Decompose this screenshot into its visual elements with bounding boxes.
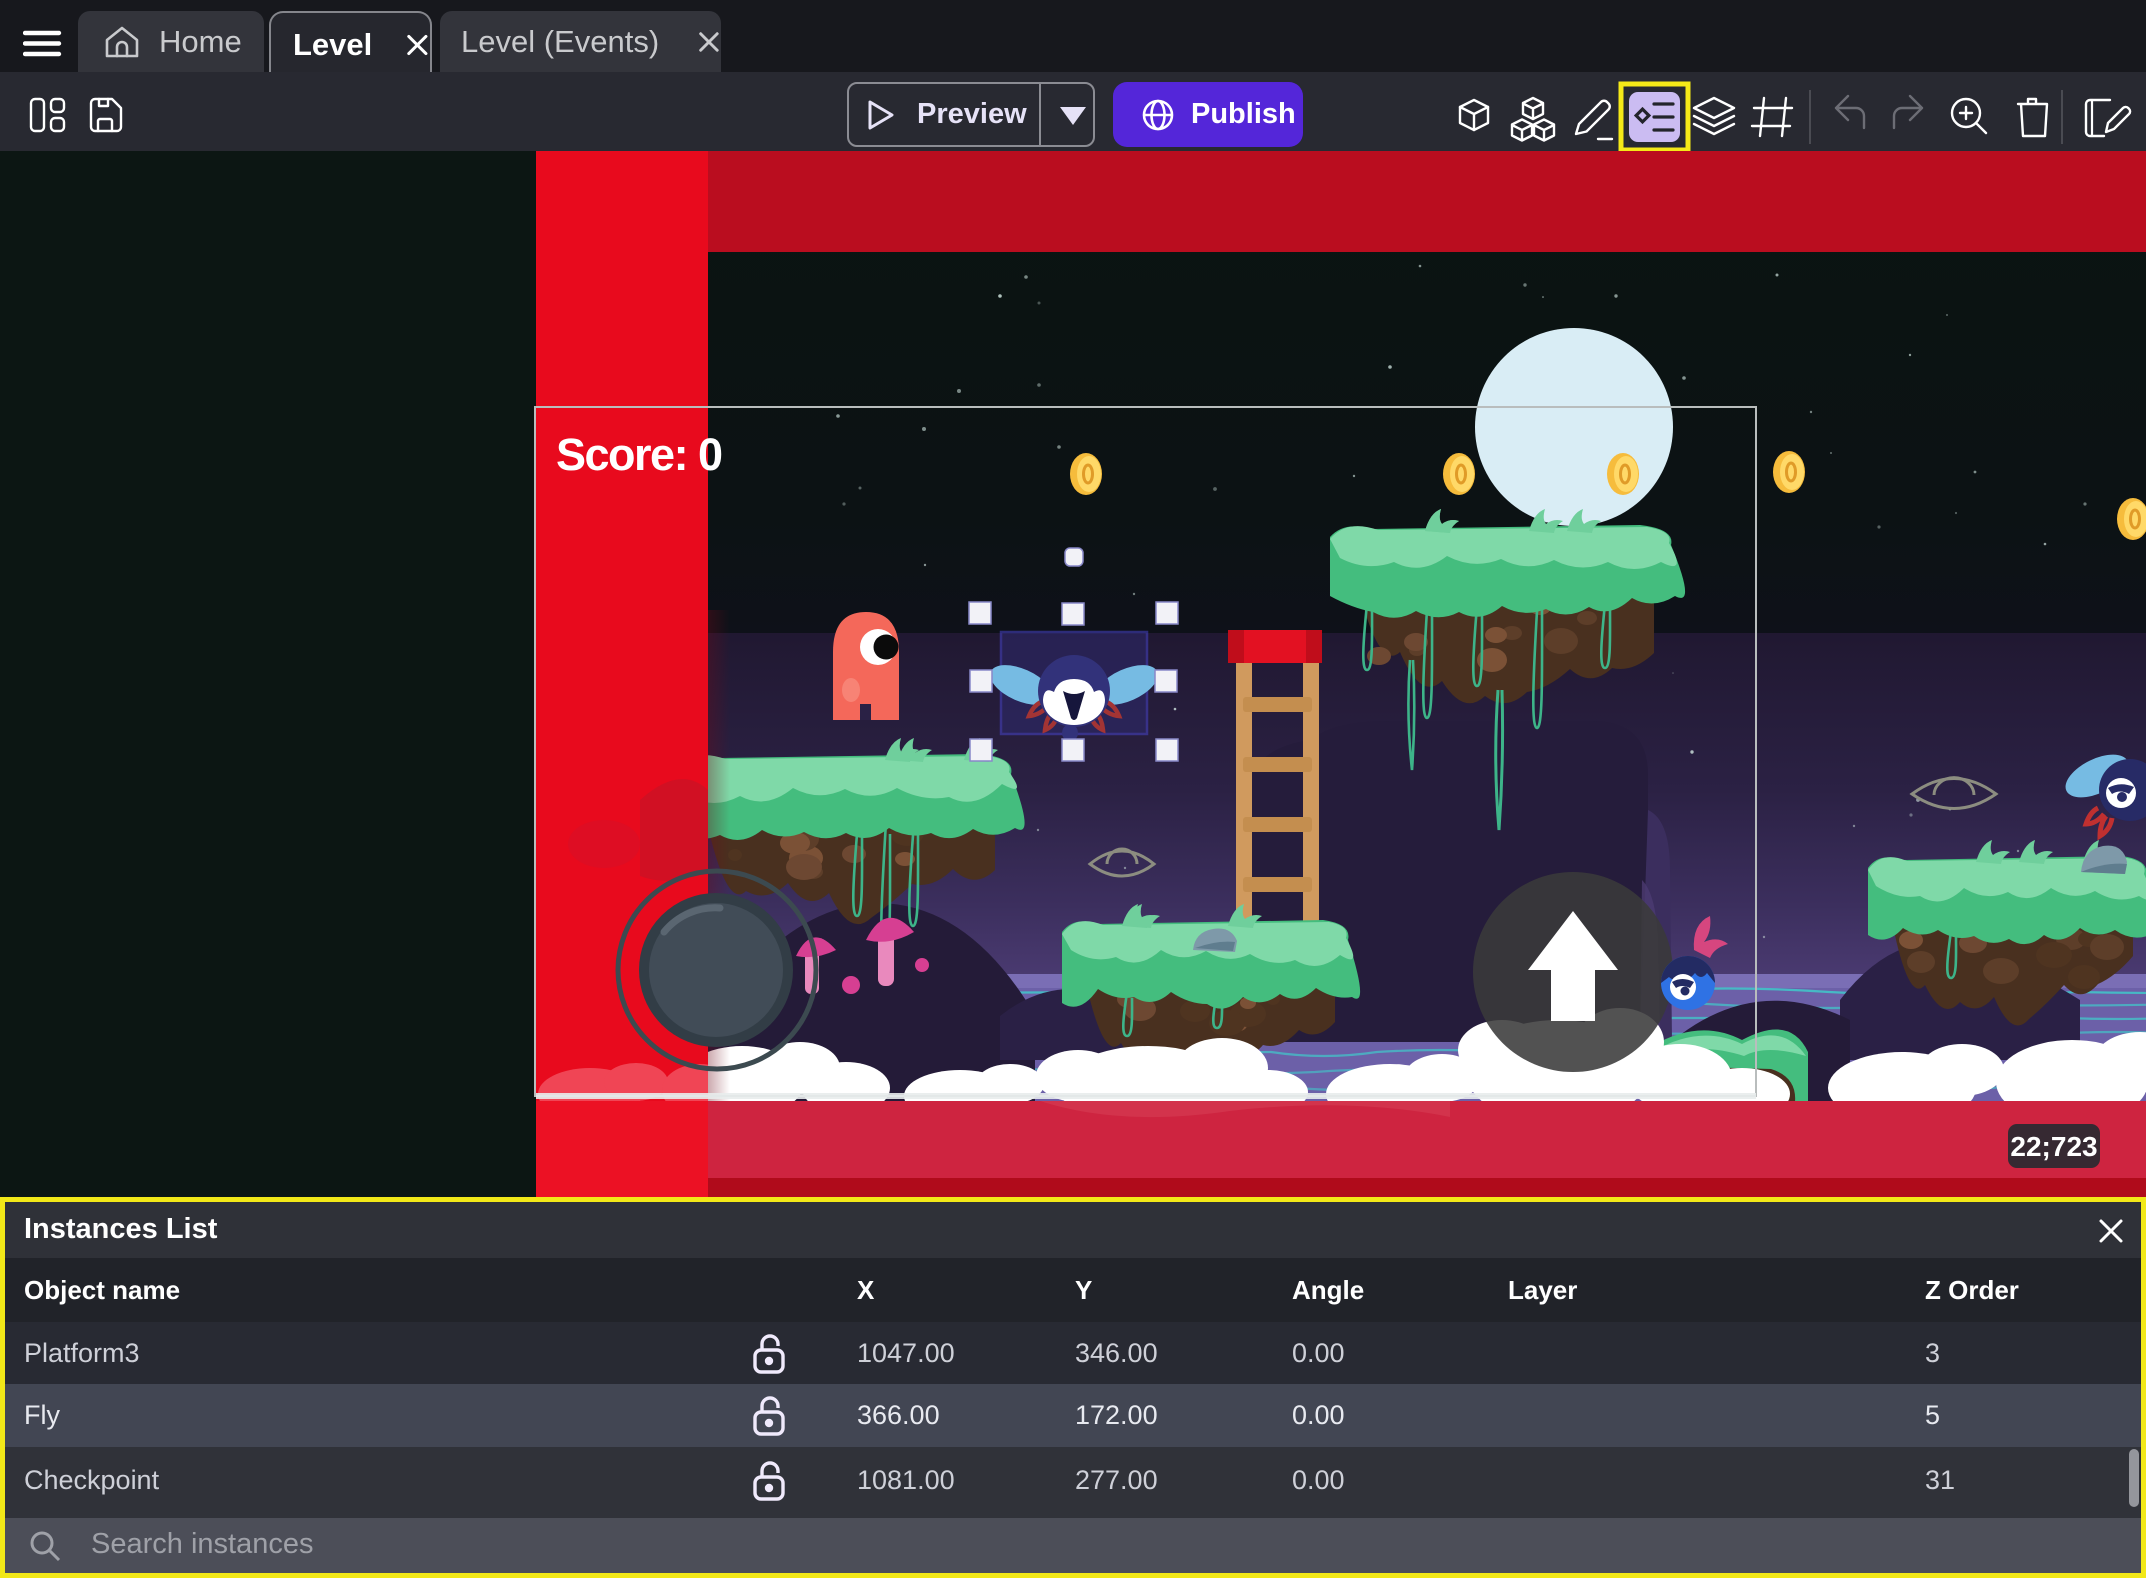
- svg-text:22;723: 22;723: [2010, 1131, 2097, 1162]
- svg-text:Score: 0: Score: 0: [556, 429, 722, 480]
